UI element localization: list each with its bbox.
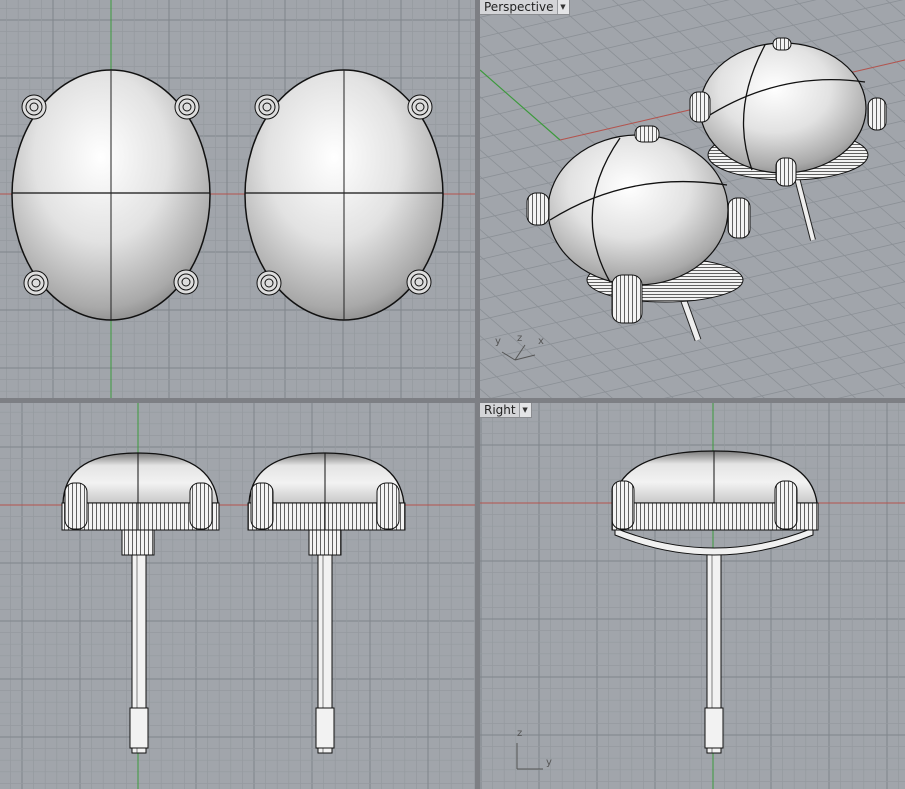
earring-left-top bbox=[11, 69, 211, 321]
axis-label-y: y bbox=[546, 757, 552, 768]
earring-right-top bbox=[244, 69, 444, 321]
grid-line bbox=[502, 351, 905, 398]
axis-label-z: z bbox=[517, 333, 523, 344]
triangle-down-icon[interactable]: ▼ bbox=[556, 0, 569, 14]
earring-left-front bbox=[61, 452, 220, 754]
viewport-top[interactable] bbox=[0, 0, 475, 398]
viewport-label-perspective[interactable]: Perspective ▼ bbox=[480, 0, 570, 15]
viewport-perspective[interactable]: Perspective ▼ y z x bbox=[480, 0, 905, 398]
viewport-label-right[interactable]: Right ▼ bbox=[480, 403, 532, 418]
viewport-right[interactable]: Right ▼ z y bbox=[480, 403, 905, 789]
triangle-down-icon[interactable]: ▼ bbox=[518, 403, 531, 417]
grid-top bbox=[0, 0, 475, 398]
grid-line bbox=[520, 367, 905, 398]
axis-label-x: x bbox=[538, 336, 544, 347]
viewport-front[interactable] bbox=[0, 403, 475, 789]
grid-line bbox=[884, 0, 905, 256]
viewport-title: Perspective bbox=[484, 0, 554, 14]
grid-right bbox=[480, 403, 905, 789]
viewport-title: Right bbox=[484, 403, 516, 417]
axis-label-z: z bbox=[517, 728, 523, 739]
grid-front bbox=[0, 403, 475, 789]
axis-label-y: y bbox=[495, 336, 501, 347]
earring-right-side bbox=[611, 450, 819, 754]
